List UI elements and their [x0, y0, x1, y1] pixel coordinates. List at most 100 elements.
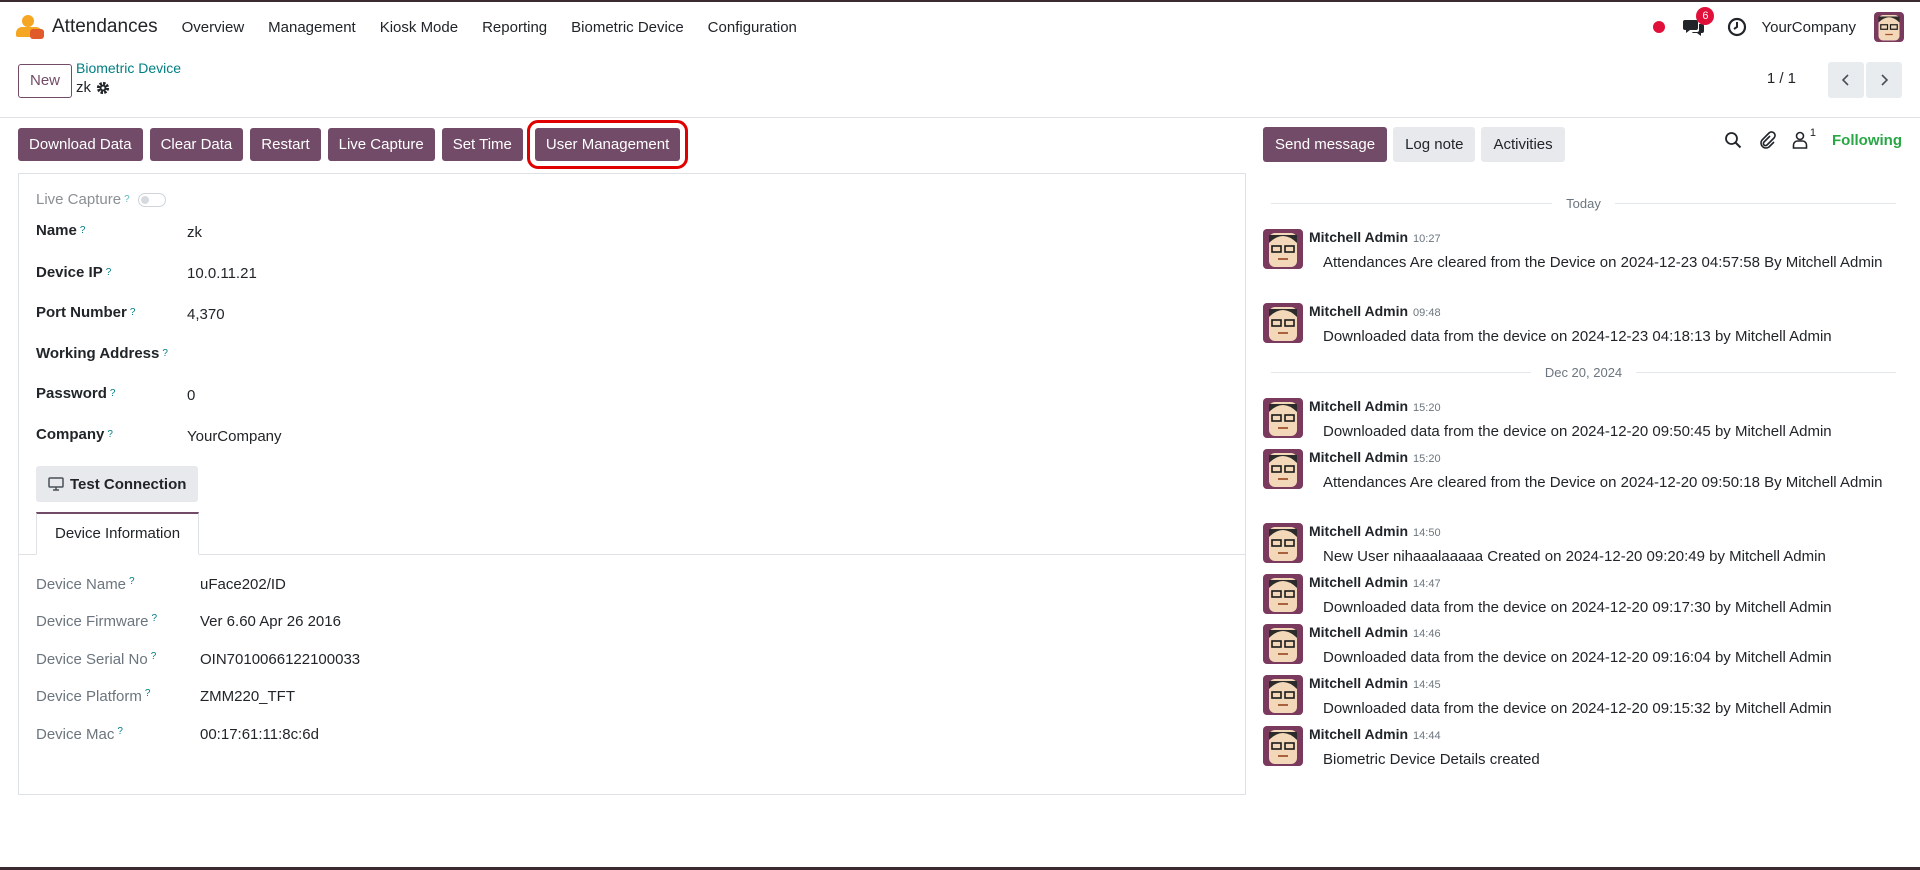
message-time: 09:48 — [1413, 307, 1441, 319]
device-platform-field: Device Platform? — [36, 688, 150, 705]
author-avatar[interactable] — [1263, 726, 1303, 766]
author-avatar[interactable] — [1263, 303, 1303, 343]
menu-biometric-device[interactable]: Biometric Device — [571, 19, 684, 36]
message-author[interactable]: Mitchell Admin — [1309, 303, 1408, 319]
help-icon[interactable]: ? — [107, 429, 113, 440]
author-avatar[interactable] — [1263, 574, 1303, 614]
messaging-button[interactable]: 6 — [1683, 7, 1715, 37]
message-author[interactable]: Mitchell Admin — [1309, 624, 1408, 640]
test-connection-button[interactable]: Test Connection — [36, 466, 199, 502]
message-header: Mitchell Admin 15:20 — [1309, 398, 1441, 414]
name-field: Name? — [36, 222, 85, 239]
port-number-value[interactable]: 4,370 — [187, 306, 225, 323]
status-dot-icon[interactable] — [1653, 21, 1666, 33]
company-switcher[interactable]: YourCompany — [1761, 19, 1856, 36]
clock-icon[interactable] — [1727, 17, 1747, 37]
device-ip-value[interactable]: 10.0.11.21 — [187, 265, 257, 282]
help-icon[interactable]: ? — [152, 613, 158, 630]
message-author[interactable]: Mitchell Admin — [1309, 726, 1408, 742]
message-time: 15:20 — [1413, 453, 1441, 465]
paperclip-icon[interactable] — [1758, 131, 1776, 149]
message-time: 10:27 — [1413, 233, 1441, 245]
message-author[interactable]: Mitchell Admin — [1309, 449, 1408, 465]
message-author[interactable]: Mitchell Admin — [1309, 523, 1408, 539]
company-value[interactable]: YourCompany — [187, 428, 282, 445]
message-body: Biometric Device Details created — [1323, 751, 1540, 768]
help-icon[interactable]: ? — [110, 388, 116, 399]
pager-previous-button[interactable] — [1828, 62, 1864, 98]
help-icon[interactable]: ? — [145, 688, 151, 705]
menu-overview[interactable]: Overview — [182, 19, 245, 36]
pager-value[interactable]: 1 / 1 — [1767, 70, 1796, 87]
download-data-button[interactable]: Download Data — [18, 128, 143, 161]
help-icon[interactable]: ? — [117, 726, 123, 743]
help-icon[interactable]: ? — [106, 267, 112, 278]
message-header: Mitchell Admin 14:45 — [1309, 675, 1441, 691]
author-avatar[interactable] — [1263, 398, 1303, 438]
restart-button[interactable]: Restart — [250, 128, 321, 161]
send-message-button[interactable]: Send message — [1263, 127, 1388, 162]
followers-button[interactable]: 1 — [1792, 127, 1816, 149]
message-author[interactable]: Mitchell Admin — [1309, 675, 1408, 691]
message-header: Mitchell Admin 09:48 — [1309, 303, 1441, 319]
menu-configuration[interactable]: Configuration — [708, 19, 797, 36]
chatter-topbar: Send message Log note Activities — [1263, 127, 1571, 162]
form-sheet: Live Capture ? Name? zk Device IP? 10.0.… — [18, 173, 1246, 795]
live-capture-toggle[interactable] — [137, 192, 166, 207]
gear-icon[interactable] — [96, 81, 110, 95]
attendances-app-icon[interactable] — [16, 13, 44, 41]
menu-reporting[interactable]: Reporting — [482, 19, 547, 36]
message-author[interactable]: Mitchell Admin — [1309, 574, 1408, 590]
device-name-label: Device Name — [36, 576, 127, 593]
help-icon[interactable]: ? — [80, 225, 86, 236]
tab-device-information[interactable]: Device Information — [36, 512, 200, 555]
pager-next-button[interactable] — [1866, 62, 1902, 98]
author-avatar[interactable] — [1263, 523, 1303, 563]
message-time: 14:50 — [1413, 527, 1441, 539]
device-platform-label: Device Platform — [36, 688, 142, 705]
log-note-button[interactable]: Log note — [1393, 127, 1476, 162]
search-icon[interactable] — [1724, 131, 1742, 149]
message-body: Downloaded data from the device on 2024-… — [1323, 649, 1832, 666]
name-value[interactable]: zk — [187, 224, 202, 241]
device-ip-label: Device IP — [36, 264, 103, 281]
set-time-button[interactable]: Set Time — [441, 128, 523, 161]
following-button[interactable]: Following — [1832, 132, 1902, 149]
message-header: Mitchell Admin 14:46 — [1309, 624, 1441, 640]
author-avatar[interactable] — [1263, 449, 1303, 489]
author-avatar[interactable] — [1263, 675, 1303, 715]
message-author[interactable]: Mitchell Admin — [1309, 398, 1408, 414]
message-time: 14:44 — [1413, 730, 1441, 742]
record-name: zk — [76, 79, 91, 96]
activities-button[interactable]: Activities — [1481, 127, 1565, 162]
record-title: zk — [76, 79, 110, 96]
message-author[interactable]: Mitchell Admin — [1309, 229, 1408, 245]
author-avatar[interactable] — [1263, 624, 1303, 664]
live-capture-button[interactable]: Live Capture — [327, 128, 435, 161]
message-header: Mitchell Admin 14:50 — [1309, 523, 1441, 539]
new-button[interactable]: New — [18, 64, 73, 98]
menu-management[interactable]: Management — [268, 19, 356, 36]
breadcrumb[interactable]: Biometric Device — [76, 60, 181, 76]
device-serial-field: Device Serial No? — [36, 651, 156, 668]
user-avatar[interactable] — [1874, 12, 1904, 42]
tabs-divider — [19, 554, 1245, 555]
menu-kiosk-mode[interactable]: Kiosk Mode — [380, 19, 458, 36]
chevron-right-icon — [1881, 74, 1889, 86]
message-header: Mitchell Admin 15:20 — [1309, 449, 1441, 465]
message-body: Downloaded data from the device on 2024-… — [1323, 599, 1832, 616]
app-name[interactable]: Attendances — [52, 16, 158, 38]
password-value[interactable]: 0 — [187, 387, 195, 404]
help-icon[interactable]: ? — [124, 194, 130, 205]
author-avatar[interactable] — [1263, 229, 1303, 269]
help-icon[interactable]: ? — [130, 307, 136, 318]
device-serial-label: Device Serial No — [36, 651, 148, 668]
user-management-button[interactable]: User Management — [526, 120, 689, 169]
message-header: Mitchell Admin 14:44 — [1309, 726, 1441, 742]
clear-data-button[interactable]: Clear Data — [149, 128, 244, 161]
help-icon[interactable]: ? — [151, 651, 157, 668]
help-icon[interactable]: ? — [129, 576, 135, 593]
top-navbar: Attendances Overview Management Kiosk Mo… — [0, 2, 1920, 52]
message-body: New User nihaaalaaaaa Created on 2024-12… — [1323, 548, 1826, 565]
help-icon[interactable]: ? — [162, 348, 168, 359]
